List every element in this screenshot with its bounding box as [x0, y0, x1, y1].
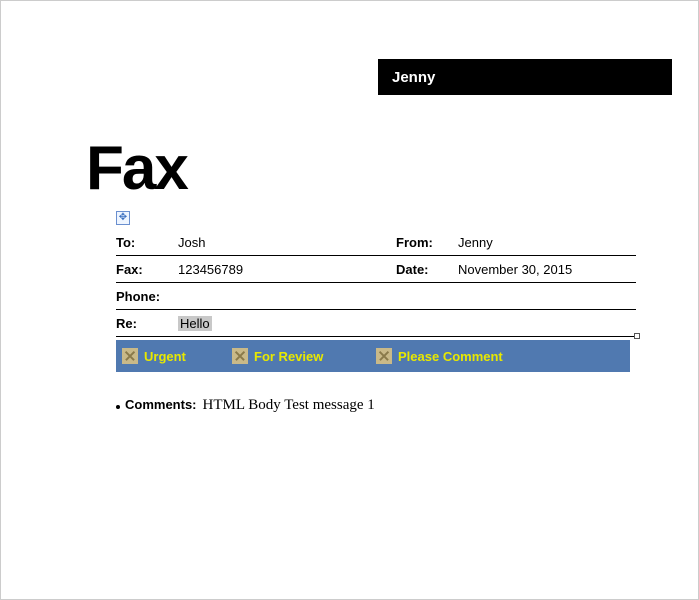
checkbox-icon[interactable] [376, 348, 392, 364]
fax-cover-page: Jenny Fax To: Josh From: Jenny Fax: 1234… [26, 11, 673, 589]
from-value: Jenny [458, 235, 493, 250]
move-handle-icon[interactable] [116, 211, 130, 225]
status-comment-label: Please Comment [398, 349, 503, 364]
row-to-from: To: Josh From: Jenny [116, 229, 636, 256]
status-for-review[interactable]: For Review [232, 348, 376, 364]
comments-row: Comments: HTML Body Test message 1 [116, 397, 375, 414]
checkbox-icon[interactable] [122, 348, 138, 364]
checkbox-icon[interactable] [232, 348, 248, 364]
to-value: Josh [178, 235, 205, 250]
from-label: From: [396, 235, 458, 250]
to-label: To: [116, 235, 178, 250]
document-title: Fax [86, 133, 187, 204]
bullet-icon [116, 405, 120, 409]
status-review-label: For Review [254, 349, 323, 364]
re-label: Re: [116, 316, 178, 331]
row-re: Re: Hello [116, 310, 636, 337]
header-name-bar: Jenny [378, 59, 672, 95]
date-value: November 30, 2015 [458, 262, 572, 277]
comments-value: HTML Body Test message 1 [203, 397, 375, 414]
status-urgent[interactable]: Urgent [122, 348, 232, 364]
re-value[interactable]: Hello [178, 316, 212, 331]
resize-handle-icon[interactable] [634, 333, 640, 339]
row-fax-date: Fax: 123456789 Date: November 30, 2015 [116, 256, 636, 283]
status-urgent-label: Urgent [144, 349, 186, 364]
comments-label: Comments: [125, 397, 197, 412]
row-phone: Phone: [116, 283, 636, 310]
date-label: Date: [396, 262, 458, 277]
header-name: Jenny [392, 69, 435, 86]
fax-info-table: To: Josh From: Jenny Fax: 123456789 Date… [116, 229, 636, 337]
fax-label: Fax: [116, 262, 178, 277]
status-please-comment[interactable]: Please Comment [376, 348, 503, 364]
status-bar: Urgent For Review Please Comment [116, 340, 630, 372]
phone-label: Phone: [116, 289, 178, 304]
fax-value: 123456789 [178, 262, 243, 277]
